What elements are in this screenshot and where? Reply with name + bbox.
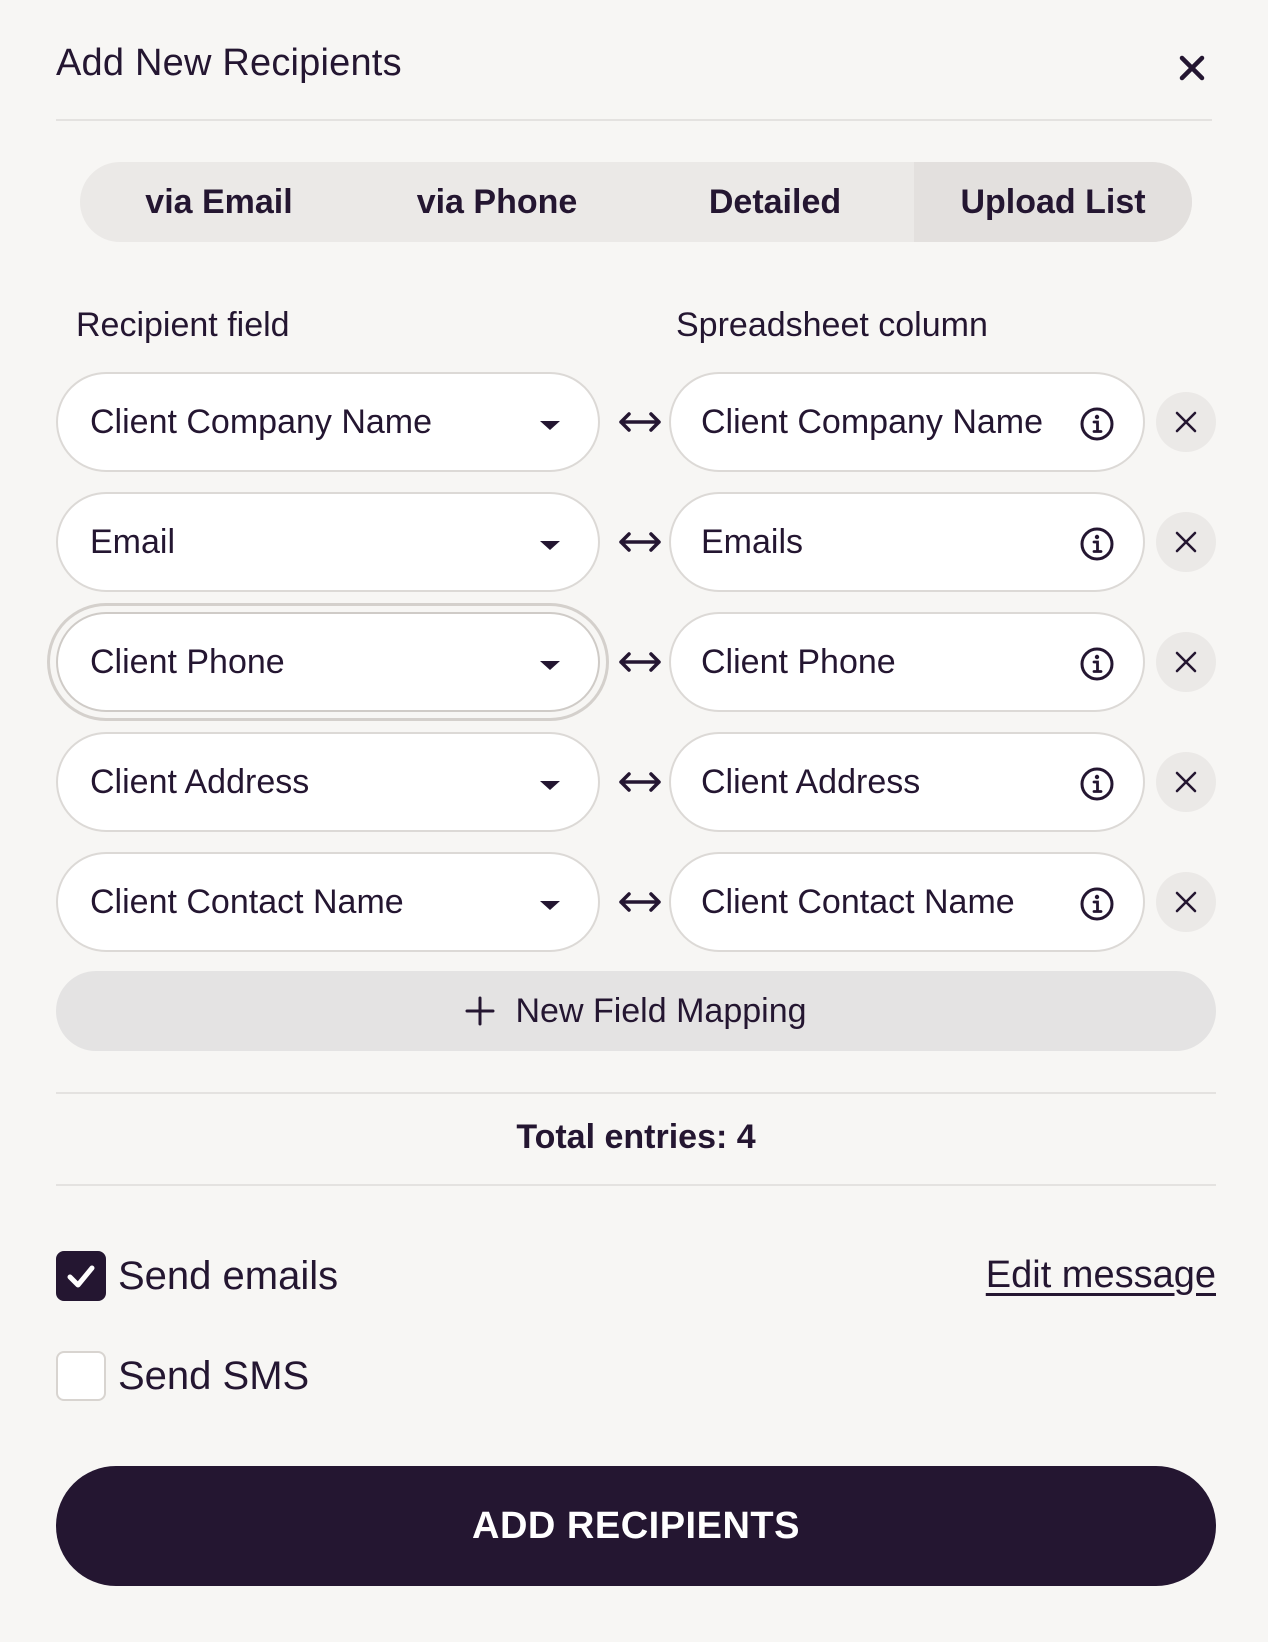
column-name: Client Address xyxy=(701,762,921,801)
info-icon[interactable] xyxy=(1079,766,1115,802)
remove-mapping-button[interactable] xyxy=(1156,512,1216,572)
close-button[interactable] xyxy=(1172,48,1212,88)
caret-down-icon xyxy=(540,541,560,550)
column-name: Client Company Name xyxy=(701,402,1044,441)
tab-via-phone[interactable]: via Phone xyxy=(358,162,636,242)
dialog-title: Add New Recipients xyxy=(56,42,402,84)
tab-via-email[interactable]: via Email xyxy=(80,162,358,242)
info-icon[interactable] xyxy=(1079,406,1115,442)
send-emails-checkbox[interactable] xyxy=(56,1251,106,1301)
add-recipients-dialog: Add New Recipients via Email via Phone D… xyxy=(0,0,1268,1642)
selected-field: Client Phone xyxy=(90,642,285,681)
close-icon xyxy=(1175,651,1197,673)
bidirectional-arrow-icon xyxy=(612,394,668,450)
spreadsheet-column-field: Client Phone xyxy=(669,612,1145,712)
divider xyxy=(56,1092,1216,1094)
recipient-field-select[interactable]: Email xyxy=(56,492,600,592)
send-sms-checkbox[interactable] xyxy=(56,1351,106,1401)
caret-down-icon xyxy=(540,421,560,430)
close-icon xyxy=(1179,55,1205,81)
recipient-field-select[interactable]: Client Address xyxy=(56,732,600,832)
caret-down-icon xyxy=(540,661,560,670)
add-recipients-button[interactable]: ADD RECIPIENTS xyxy=(56,1466,1216,1586)
dialog-header: Add New Recipients xyxy=(56,0,1212,121)
remove-mapping-button[interactable] xyxy=(1156,632,1216,692)
bidirectional-arrow-icon xyxy=(612,634,668,690)
bidirectional-arrow-icon xyxy=(612,514,668,570)
spreadsheet-column-field: Client Company Name xyxy=(669,372,1145,472)
recipient-field-select[interactable]: Client Contact Name xyxy=(56,852,600,952)
send-sms-label: Send SMS xyxy=(118,1353,310,1398)
info-icon[interactable] xyxy=(1079,646,1115,682)
send-sms-option[interactable]: Send SMS xyxy=(56,1351,309,1401)
mapping-row: Client Contact Name Client Contact Name xyxy=(56,852,1216,952)
info-icon[interactable] xyxy=(1079,526,1115,562)
mapping-row: Client Phone Client Phone xyxy=(56,612,1216,712)
checkmark-icon xyxy=(67,1265,95,1288)
remove-mapping-button[interactable] xyxy=(1156,392,1216,452)
selected-field: Email xyxy=(90,522,176,561)
recipient-field-header: Recipient field xyxy=(76,306,290,344)
spreadsheet-column-field: Emails xyxy=(669,492,1145,592)
selected-field: Client Contact Name xyxy=(90,882,404,921)
remove-mapping-button[interactable] xyxy=(1156,752,1216,812)
caret-down-icon xyxy=(540,781,560,790)
close-icon xyxy=(1175,771,1197,793)
column-name: Client Phone xyxy=(701,642,896,681)
remove-mapping-button[interactable] xyxy=(1156,872,1216,932)
close-icon xyxy=(1175,411,1197,433)
tab-detailed[interactable]: Detailed xyxy=(636,162,914,242)
total-entries: Total entries: 4 xyxy=(516,1118,756,1156)
selected-field: Client Company Name xyxy=(90,402,433,441)
edit-message-link[interactable]: Edit message xyxy=(986,1254,1216,1297)
mapping-row: Client Company Name Client Company Name xyxy=(56,372,1216,472)
column-name: Emails xyxy=(701,522,804,561)
column-name: Client Contact Name xyxy=(701,882,1015,921)
selected-field: Client Address xyxy=(90,762,310,801)
close-icon xyxy=(1175,891,1197,913)
spreadsheet-column-field: Client Address xyxy=(669,732,1145,832)
bidirectional-arrow-icon xyxy=(612,874,668,930)
recipient-field-select[interactable]: Client Company Name xyxy=(56,372,600,472)
mapping-row: Email Emails xyxy=(56,492,1216,592)
bidirectional-arrow-icon xyxy=(612,754,668,810)
send-emails-label: Send emails xyxy=(118,1253,339,1298)
info-icon[interactable] xyxy=(1079,886,1115,922)
plus-icon xyxy=(465,996,495,1026)
new-field-mapping-button[interactable]: New Field Mapping xyxy=(56,971,1216,1051)
spreadsheet-column-header: Spreadsheet column xyxy=(676,306,988,344)
recipient-field-select[interactable]: Client Phone xyxy=(56,612,600,712)
divider xyxy=(56,1184,1216,1186)
send-emails-option[interactable]: Send emails xyxy=(56,1251,338,1301)
tab-bar: via Email via Phone Detailed Upload List xyxy=(80,162,1192,242)
new-field-mapping-label: New Field Mapping xyxy=(515,991,807,1030)
caret-down-icon xyxy=(540,901,560,910)
tab-upload-list[interactable]: Upload List xyxy=(914,162,1192,242)
mapping-list: Client Company Name Client Company Name … xyxy=(56,372,1216,972)
close-icon xyxy=(1175,531,1197,553)
spreadsheet-column-field: Client Contact Name xyxy=(669,852,1145,952)
mapping-row: Client Address Client Address xyxy=(56,732,1216,832)
